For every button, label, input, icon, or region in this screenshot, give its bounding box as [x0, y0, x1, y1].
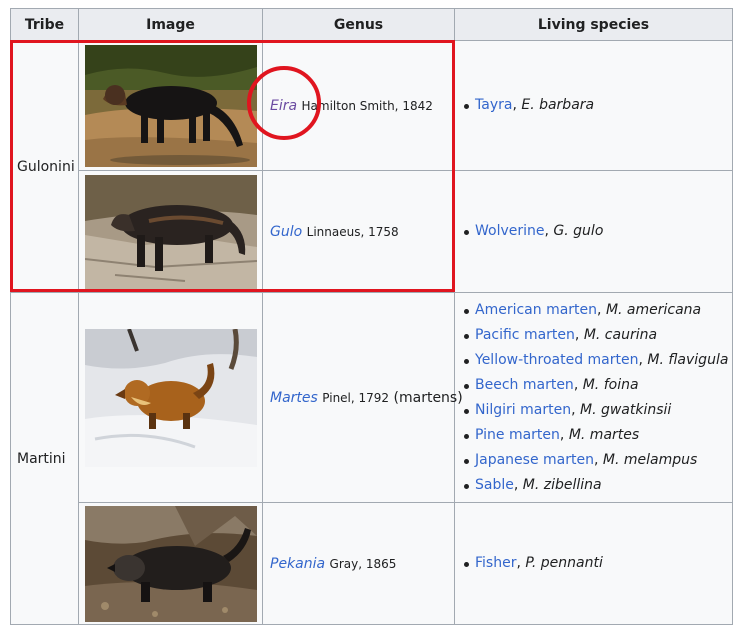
list-item: Beech marten, M. foina	[461, 373, 732, 398]
list-item: Sable, M. zibellina	[461, 473, 732, 498]
scientific-name: M. martes	[568, 426, 640, 443]
fisher-photo[interactable]	[84, 505, 257, 622]
list-item: American marten, M. americana	[461, 298, 732, 323]
genus-cell-gulo: Gulo Linnaeus, 1758	[262, 170, 455, 293]
genus-cell-pekania: Pekania Gray, 1865	[262, 502, 455, 625]
genus-table: Tribe Image Genus Living species Gulonin…	[10, 8, 733, 625]
table-row-eira: Gulonini Eira Hamilton Smith, 1842 Tayra…	[10, 40, 733, 293]
species-cell-gulo: Wolverine, G. gulo	[454, 170, 733, 293]
species-link[interactable]: Pacific marten	[475, 327, 575, 343]
species-cell-pekania: Fisher, P. pennanti	[454, 502, 733, 625]
authority-pekania: Gray, 1865	[329, 556, 397, 571]
list-item: Japanese marten, M. melampus	[461, 448, 732, 473]
species-link[interactable]: Beech marten	[475, 377, 574, 393]
genus-link-gulo[interactable]: Gulo	[270, 224, 302, 240]
image-cell-martes	[78, 292, 263, 503]
authority-martes: Pinel, 1792	[322, 390, 390, 405]
pine-marten-photo[interactable]	[84, 328, 257, 467]
scientific-name: M. caurina	[583, 326, 658, 343]
list-item: Fisher, P. pennanti	[461, 551, 732, 576]
tribe-gulonini: Gulonini	[10, 40, 79, 293]
scientific-name: P. pennanti	[525, 555, 603, 571]
authority-gulo: Linnaeus, 1758	[306, 224, 399, 239]
species-link[interactable]: Japanese marten	[475, 452, 594, 468]
genus-cell-martes: Martes Pinel, 1792 (martens)	[262, 292, 463, 503]
authority-eira: Hamilton Smith, 1842	[301, 98, 433, 113]
scientific-name: M. gwatkinsii	[579, 401, 672, 418]
species-cell-eira: Tayra, E. barbara	[454, 40, 733, 171]
list-item: Yellow-throated marten, M. flavigula	[461, 348, 732, 373]
table-row-pekania: Pekania Gray, 1865 Fisher, P. pennanti	[11, 502, 733, 625]
table-row-martes: Martini Martes Pinel, 1792 (martens) Ame…	[10, 292, 733, 625]
wolverine-photo[interactable]	[84, 174, 257, 289]
species-link[interactable]: Fisher	[475, 555, 516, 571]
genus-link-eira[interactable]: Eira	[270, 98, 297, 114]
genus-cell-eira: Eira Hamilton Smith, 1842	[262, 40, 455, 171]
header-image: Image	[78, 8, 263, 41]
species-link[interactable]: American marten	[475, 302, 597, 318]
list-item: Tayra, E. barbara	[461, 93, 732, 118]
image-cell-eira	[78, 40, 263, 171]
header-tribe: Tribe	[10, 8, 79, 41]
species-link[interactable]: Tayra	[475, 97, 512, 113]
scientific-name: E. barbara	[521, 97, 595, 113]
species-link[interactable]: Pine marten	[475, 427, 560, 443]
image-cell-gulo	[78, 170, 263, 293]
scientific-name: M. americana	[605, 301, 702, 318]
list-item: Nilgiri marten, M. gwatkinsii	[461, 398, 732, 423]
scientific-name: G. gulo	[553, 223, 604, 239]
image-cell-pekania	[78, 502, 263, 625]
species-link[interactable]: Nilgiri marten	[475, 402, 571, 418]
tribe-martini: Martini	[10, 292, 79, 625]
scientific-name: M. foina	[582, 376, 639, 393]
genus-note-martes: (martens)	[393, 389, 463, 406]
scientific-name: M. zibellina	[522, 476, 602, 493]
list-item: Pine marten, M. martes	[461, 423, 732, 448]
genus-link-martes[interactable]: Martes	[270, 390, 318, 406]
species-link[interactable]: Yellow-throated marten	[475, 352, 639, 368]
species-link[interactable]: Wolverine	[475, 223, 545, 239]
table-row-gulo: Gulo Linnaeus, 1758 Wolverine, G. gulo	[11, 170, 733, 293]
species-link[interactable]: Sable	[475, 477, 514, 493]
header-living-species: Living species	[454, 8, 733, 41]
header-row: Tribe Image Genus Living species	[10, 8, 733, 41]
tayra-photo[interactable]	[84, 44, 257, 167]
species-cell-martes: American marten, M. americana Pacific ma…	[454, 292, 733, 503]
scientific-name: M. flavigula	[647, 351, 729, 368]
genus-link-pekania[interactable]: Pekania	[270, 556, 325, 572]
list-item: Pacific marten, M. caurina	[461, 323, 732, 348]
list-item: Wolverine, G. gulo	[461, 219, 732, 244]
scientific-name: M. melampus	[602, 451, 698, 468]
header-genus: Genus	[262, 8, 455, 41]
